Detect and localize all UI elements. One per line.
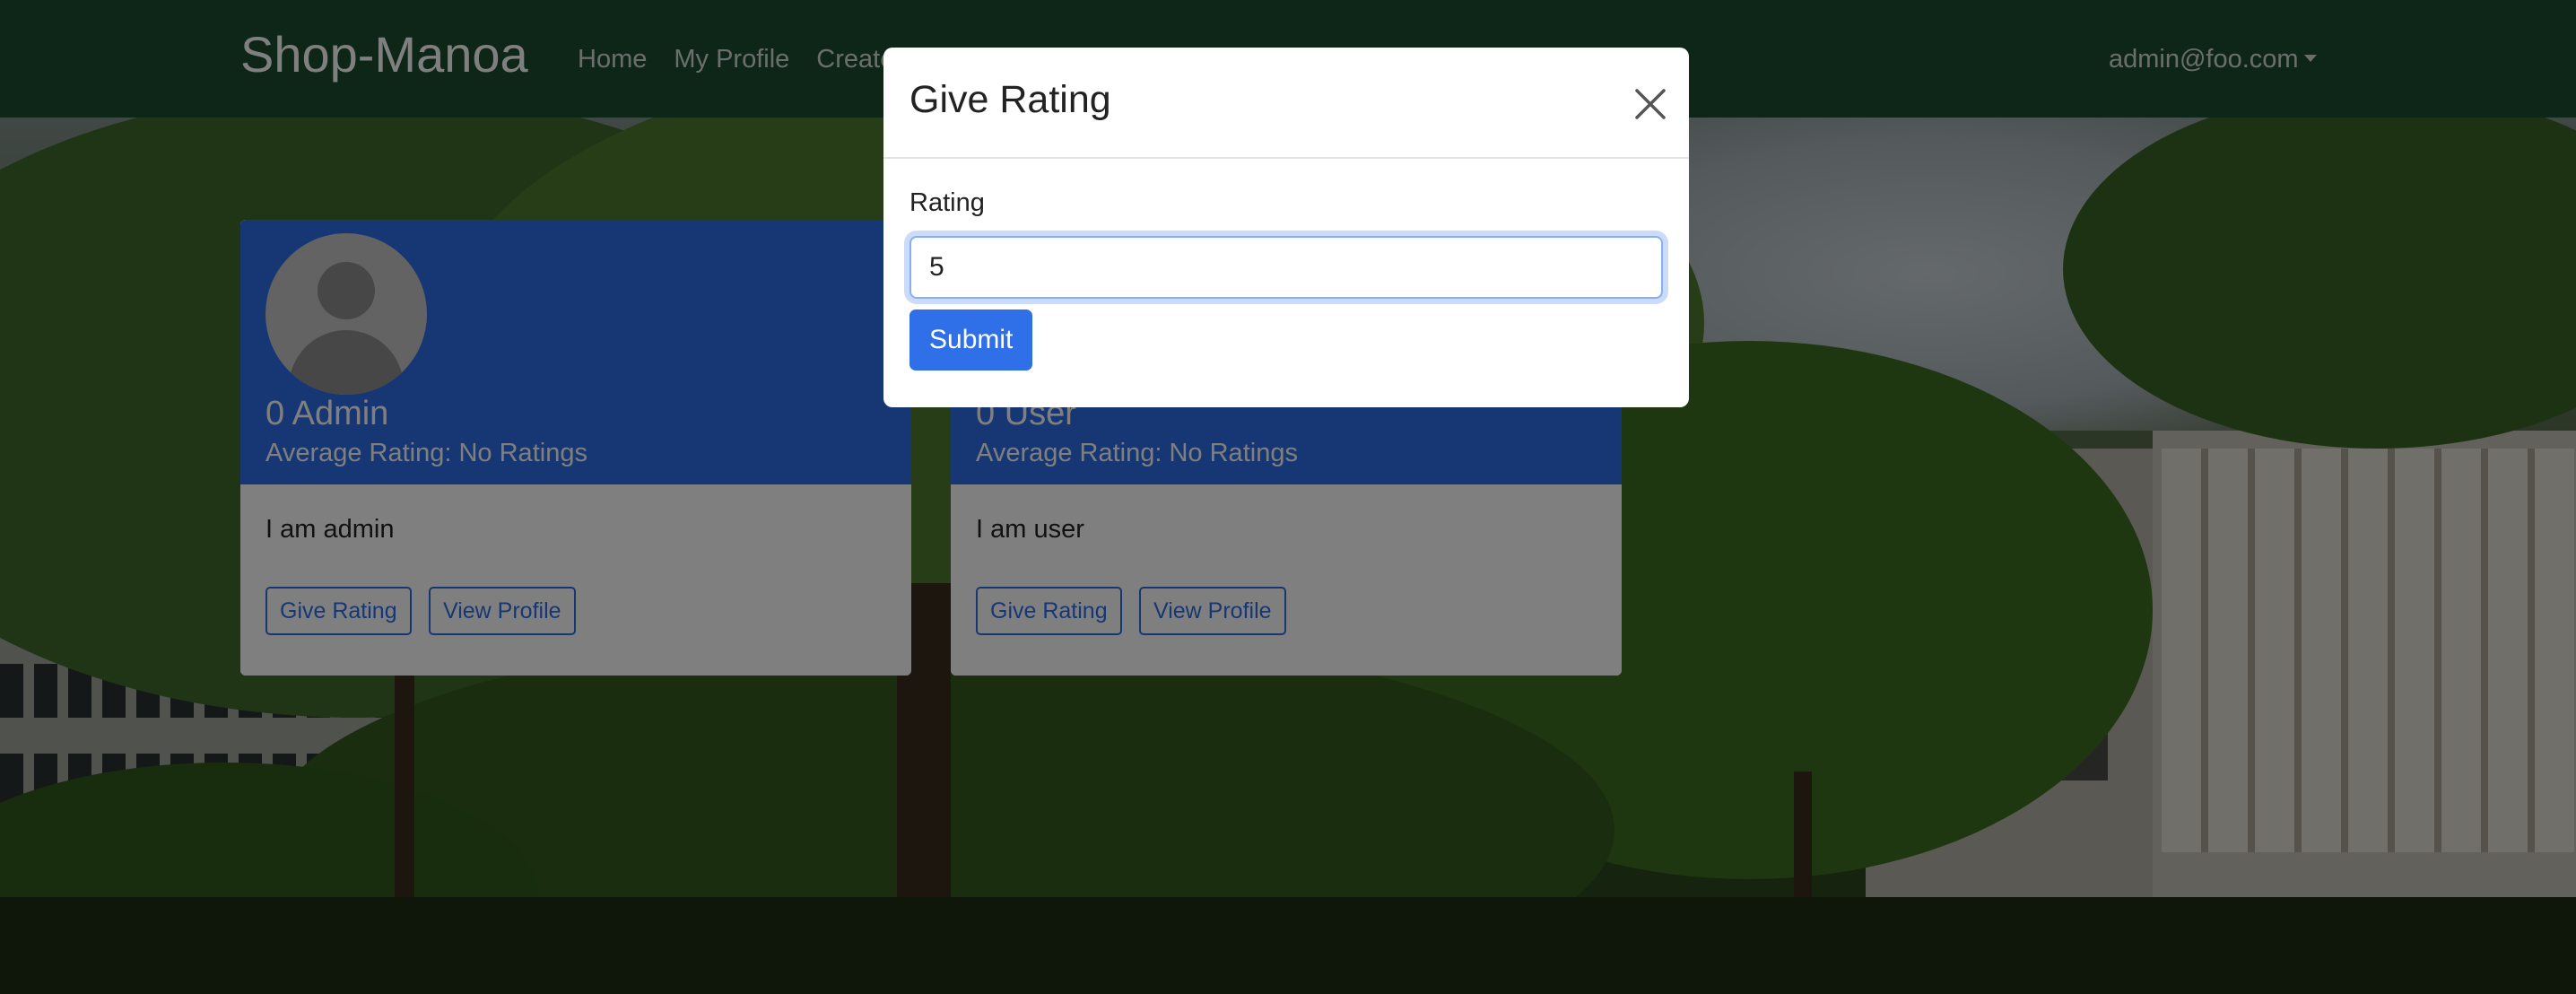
give-rating-modal: Give Rating Rating Submit xyxy=(883,48,1689,407)
modal-title: Give Rating xyxy=(909,78,1111,121)
profile-card-admin: 0 Admin Average Rating: No Ratings I am … xyxy=(240,220,911,676)
card-backdrop xyxy=(240,220,911,676)
rating-input[interactable] xyxy=(909,236,1663,299)
modal-header: Give Rating xyxy=(883,48,1689,159)
rating-field-label: Rating xyxy=(909,188,985,217)
submit-button[interactable]: Submit xyxy=(909,310,1033,371)
close-icon[interactable] xyxy=(1633,87,1667,121)
